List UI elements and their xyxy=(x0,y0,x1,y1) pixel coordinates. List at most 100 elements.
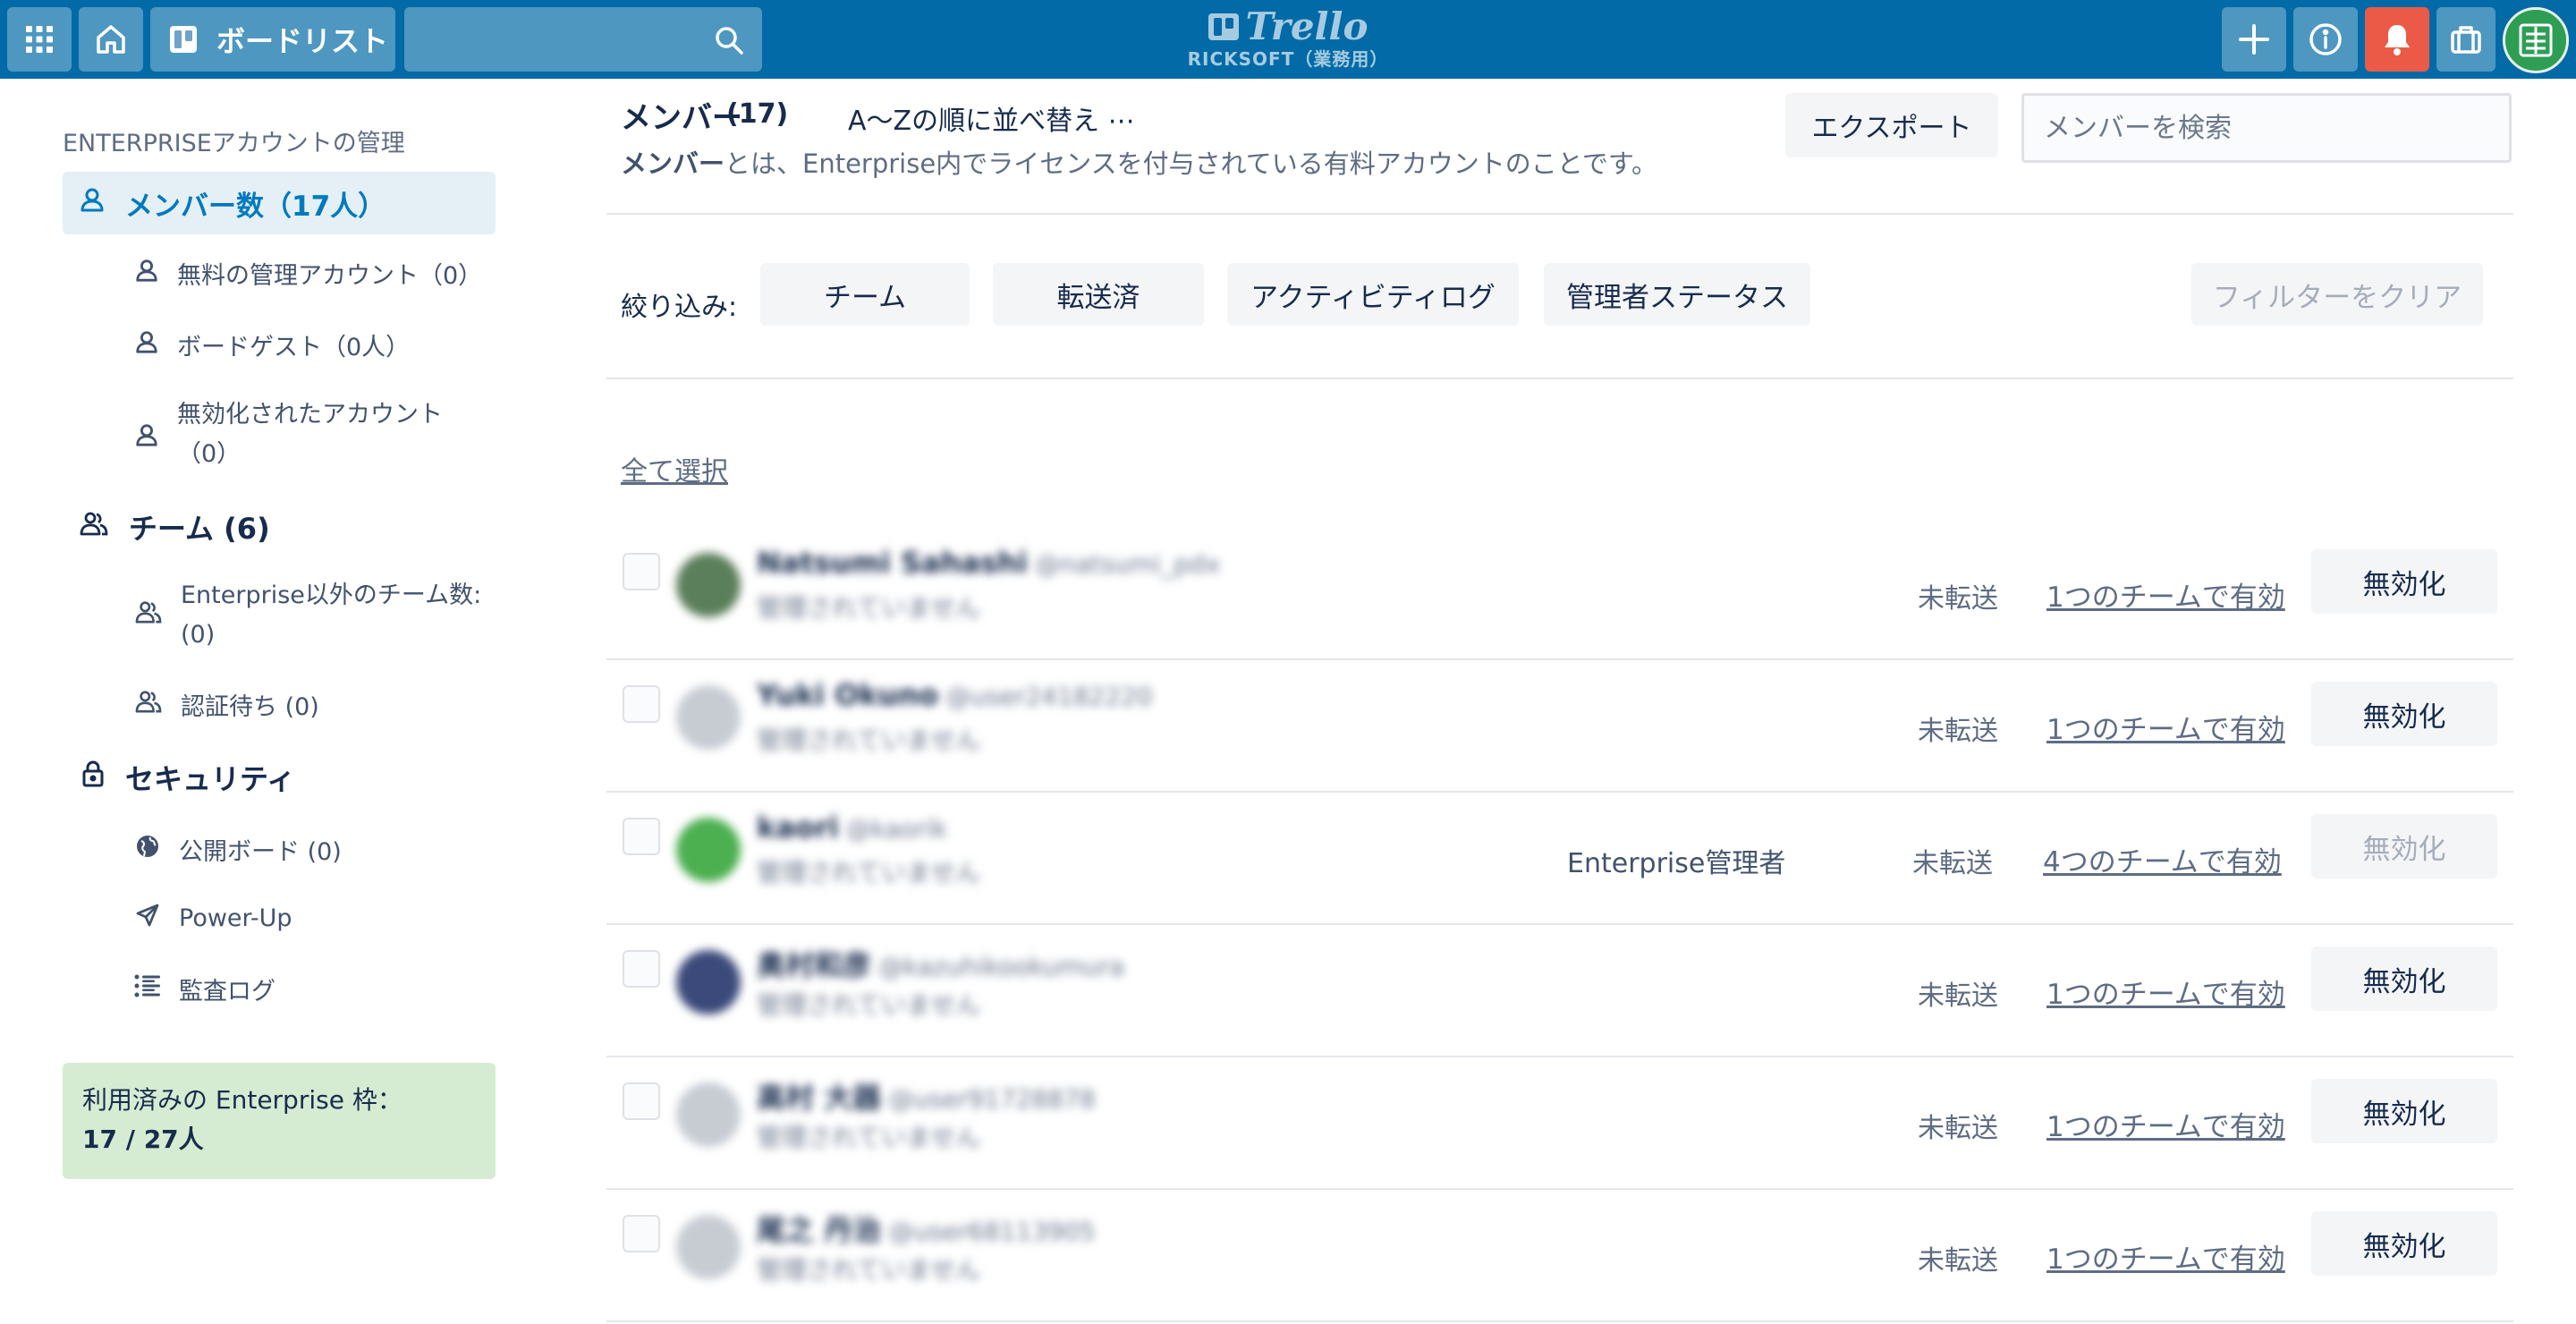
transfer-status: 未転送 xyxy=(1918,1245,1998,1277)
avatar xyxy=(676,553,741,617)
member-username: @user91728878 xyxy=(888,1084,1096,1114)
sidebar-item-label: 監査ログ xyxy=(179,978,275,1006)
member-username: @user68113905 xyxy=(888,1217,1096,1246)
person-icon xyxy=(134,422,159,454)
sidebar-item-members[interactable]: メンバー数（17人） xyxy=(63,172,496,234)
member-name-line: 尾之 丹治 @user68113905 xyxy=(757,1208,1096,1249)
deactivate-button[interactable]: 無効化 xyxy=(2311,946,2497,1011)
apps-button[interactable] xyxy=(7,7,72,72)
sidebar-item-non-enterprise-teams[interactable]: Enterprise以外のチーム数: (0) xyxy=(134,576,481,655)
deactivate-button[interactable]: 無効化 xyxy=(2311,1211,2497,1276)
sidebar-item-label: 無料の管理アカウント（0） xyxy=(177,262,483,290)
member-name-line: Natsumi Sahashi @natsumi_pdx xyxy=(757,546,1220,580)
sidebar-item-powerups[interactable]: Power-Up xyxy=(134,902,292,935)
logo-brand: Trello xyxy=(1245,4,1368,48)
member-status: 管理されていません xyxy=(757,1255,981,1285)
sort-dropdown[interactable]: A〜Zの順に並べ替え ⋯ xyxy=(848,98,1135,138)
sidebar-item-deactivated[interactable]: 無効化されたアカウント （0） xyxy=(134,395,443,474)
export-button[interactable]: エクスポート xyxy=(1785,93,1998,157)
member-name-line: kaori @kaorik xyxy=(757,811,947,844)
avatar xyxy=(676,950,741,1014)
teams-link[interactable]: 1つのチームで有効 xyxy=(2046,1236,2285,1277)
workspace-button[interactable] xyxy=(2436,7,2496,72)
top-navbar: ボードリスト Trello RICKSOFT（業務用） xyxy=(0,0,2576,79)
list-icon xyxy=(134,973,161,1005)
sidebar-item-label: 公開ボード (0) xyxy=(179,838,342,866)
member-name-line: 奥村和彦 @kazuhikookumura xyxy=(757,943,1124,984)
member-status: 管理されていません xyxy=(757,726,981,755)
sidebar-item-board-guests[interactable]: ボードゲスト（0人） xyxy=(134,327,410,362)
home-button[interactable] xyxy=(79,7,143,72)
member-status: 管理されていません xyxy=(757,990,981,1020)
deactivate-button[interactable]: 無効化 xyxy=(2311,682,2497,746)
transfer-status: 未転送 xyxy=(1918,583,1998,615)
member-username: @kazuhikookumura xyxy=(878,952,1125,981)
member-status: 管理されていません xyxy=(757,1123,981,1152)
transfer-status: 未転送 xyxy=(1918,716,1998,747)
sidebar-heading: ENTERPRISEアカウントの管理 xyxy=(63,130,405,157)
sidebar-item-label: Enterprise以外のチーム数: xyxy=(181,581,482,609)
trello-logo[interactable]: Trello RICKSOFT（業務用） xyxy=(1145,5,1431,73)
apps-grid-icon xyxy=(24,24,55,55)
member-name: 尾之 丹治 xyxy=(757,1213,882,1247)
row-checkbox[interactable] xyxy=(623,1215,660,1252)
row-checkbox[interactable] xyxy=(623,950,660,988)
filter-team-button[interactable]: チーム xyxy=(760,263,970,326)
notifications-button[interactable] xyxy=(2365,7,2429,72)
deactivate-button[interactable]: 無効化 xyxy=(2311,549,2497,614)
member-count: (17) xyxy=(726,98,789,130)
teams-link[interactable]: 4つのチームで有効 xyxy=(2043,839,2282,879)
team-icon xyxy=(134,689,163,720)
member-username: @natsumi_pdx xyxy=(1034,549,1221,579)
teams-link[interactable]: 1つのチームで有効 xyxy=(2046,1104,2285,1144)
clear-filters-button[interactable]: フィルターをクリア xyxy=(2191,263,2483,326)
description-bold: メンバー xyxy=(621,149,725,179)
page-title: メンバー xyxy=(621,100,742,136)
team-icon xyxy=(79,510,109,544)
create-button[interactable] xyxy=(2222,7,2286,72)
teams-link[interactable]: 1つのチームで有効 xyxy=(2046,574,2285,615)
person-icon xyxy=(79,186,106,220)
sidebar-item-teams[interactable]: チーム (6) xyxy=(79,506,270,547)
info-button[interactable] xyxy=(2293,7,2358,72)
select-all-link[interactable]: 全て選択 xyxy=(621,449,728,488)
globe-icon xyxy=(134,833,161,866)
sidebar-item-audit-log[interactable]: 監査ログ xyxy=(134,972,275,1006)
board-search-input[interactable] xyxy=(404,7,762,72)
sidebar-item-pending[interactable]: 認証待ち (0) xyxy=(134,687,319,722)
filter-label: 絞り込み: xyxy=(621,292,738,323)
rocket-icon xyxy=(134,902,161,935)
search-icon xyxy=(714,25,744,59)
filter-activity-button[interactable]: アクティビティログ xyxy=(1227,263,1519,326)
row-checkbox[interactable] xyxy=(623,685,660,723)
sidebar-item-public-boards[interactable]: 公開ボード (0) xyxy=(134,832,342,867)
filter-transferred-button[interactable]: 転送済 xyxy=(993,263,1204,326)
member-search-input[interactable] xyxy=(2021,93,2512,163)
filter-admin-status-button[interactable]: 管理者ステータス xyxy=(1544,263,1810,326)
page-description: メンバーとは、Enterprise内でライセンスを付与されている有料アカウントの… xyxy=(621,143,1657,181)
row-checkbox[interactable] xyxy=(623,818,660,855)
avatar xyxy=(676,1082,741,1147)
avatar xyxy=(676,1215,741,1279)
member-username: @kaorik xyxy=(845,814,948,844)
deactivate-button[interactable]: 無効化 xyxy=(2311,1079,2497,1143)
deactivate-button[interactable]: 無効化 xyxy=(2311,814,2497,878)
teams-link[interactable]: 1つのチームで有効 xyxy=(2046,707,2285,747)
sidebar-item-security[interactable]: セキュリティ xyxy=(80,757,295,798)
trello-mark-icon xyxy=(1208,13,1239,40)
transfer-status: 未転送 xyxy=(1912,848,1993,879)
row-checkbox[interactable] xyxy=(623,1082,660,1120)
sidebar-item-free-admins[interactable]: 無料の管理アカウント（0） xyxy=(134,256,482,291)
member-name: kaori xyxy=(757,811,839,844)
sidebar-item-label: Power-Up xyxy=(179,904,292,932)
teams-link[interactable]: 1つのチームで有効 xyxy=(2046,972,2285,1012)
member-name: Natsumi Sahashi xyxy=(757,546,1028,580)
boards-button[interactable]: ボードリスト xyxy=(150,7,395,72)
plus-icon xyxy=(2237,22,2271,56)
divider xyxy=(606,378,2513,379)
avatar-seal-icon xyxy=(2519,23,2553,57)
table-row: Natsumi Sahashi @natsumi_pdx 管理されていません 未転… xyxy=(606,528,2513,660)
account-avatar[interactable] xyxy=(2503,7,2569,73)
table-row: 尾之 丹治 @user68113905 管理されていません 未転送 1つのチームで… xyxy=(606,1190,2513,1322)
row-checkbox[interactable] xyxy=(623,553,660,590)
